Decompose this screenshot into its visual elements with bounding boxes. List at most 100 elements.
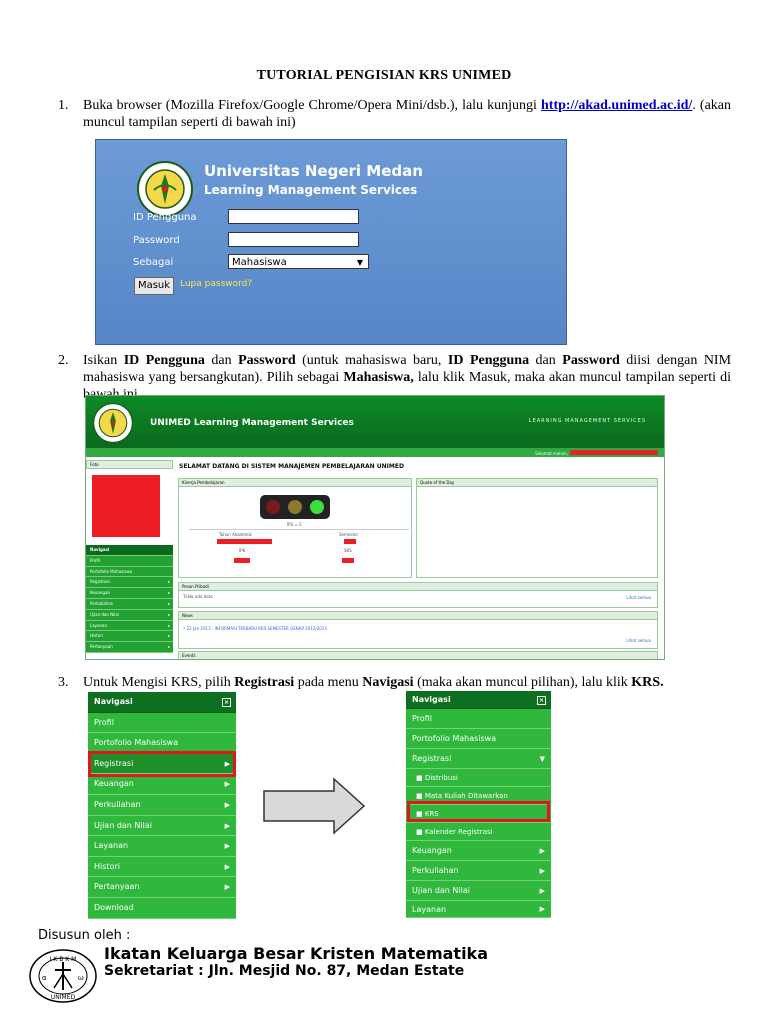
- nav-item-download[interactable]: Download: [88, 898, 236, 919]
- lihat-semua-link[interactable]: Lihat semua: [626, 638, 651, 643]
- close-icon[interactable]: ×: [537, 696, 546, 705]
- nav-item-registrasi[interactable]: Registrasi ▸: [86, 577, 173, 589]
- chevron-right-icon: ▶: [224, 842, 230, 851]
- nav-item-ujian[interactable]: Ujian dan Nilai ▶: [88, 816, 236, 837]
- password-input[interactable]: [228, 232, 359, 247]
- nav-subitem-kalender[interactable]: ■ Kalender Registrasi: [406, 823, 551, 841]
- nav-item-perkuliahan[interactable]: Perkuliahan ▸: [86, 598, 173, 610]
- redacted-value: [342, 558, 354, 563]
- pesan-text: Tidak ada data: [183, 594, 213, 599]
- nav-item-keuangan[interactable]: Keuangan ▶: [88, 774, 236, 795]
- profile-photo-redacted: [92, 475, 160, 537]
- events-panel: Events: [178, 651, 658, 659]
- dash-nav: Navigasi Profil Portofolio Mahasiswa Reg…: [86, 545, 173, 653]
- chevron-right-icon: ▸: [167, 590, 170, 596]
- nav-item-layanan[interactable]: Layanan ▶: [406, 901, 551, 918]
- login-screenshot: Universitas Negeri Medan Learning Manage…: [95, 139, 567, 345]
- step-text: (untuk mahasiswa baru,: [295, 353, 448, 368]
- svg-text:UNIMED: UNIMED: [51, 994, 76, 1001]
- svg-text:I K B K M: I K B K M: [50, 956, 77, 963]
- nav-item-histori[interactable]: Histori ▶: [88, 857, 236, 878]
- ips-text: IPS = 2: [287, 522, 302, 527]
- nav-item-histori[interactable]: Histori ▸: [86, 631, 173, 643]
- nav-item-keuangan[interactable]: Keuangan ▶: [406, 841, 551, 861]
- nav-header: Navigasi ×: [406, 691, 551, 709]
- document-title: TUTORIAL PENGISIAN KRS UNIMED: [256, 68, 512, 83]
- organization-address: Sekretariat : Jln. Mesjid No. 87, Medan …: [104, 963, 465, 979]
- nav-item-perkuliahan[interactable]: Perkuliahan ▶: [406, 861, 551, 881]
- close-icon[interactable]: ×: [222, 698, 231, 707]
- news-panel: News • 22 Jan 2013 : INFORMASI TERBARU K…: [178, 611, 658, 649]
- nav-item-layanan[interactable]: Layanan ▶: [88, 836, 236, 857]
- nav-item-portofolio[interactable]: Portofolio Mahasiswa: [406, 729, 551, 749]
- step-1: 1. Buka browser (Mozilla Firefox/Google …: [58, 97, 731, 131]
- chevron-right-icon: ▶: [224, 800, 230, 809]
- nav-item-perkuliahan[interactable]: Perkuliahan ▶: [88, 795, 236, 816]
- dash-left-column: Foto Navigasi Profil Portofolio Mahasisw…: [86, 460, 173, 659]
- step-bold: Mahasiswa,: [343, 370, 414, 385]
- redacted-value: [217, 539, 272, 544]
- nav-item-pertanyaan[interactable]: Pertanyaan ▸: [86, 642, 173, 653]
- chevron-right-icon: ▶: [539, 867, 545, 875]
- chevron-down-icon: ▼: [539, 755, 545, 763]
- step-bold: KRS.: [631, 675, 664, 690]
- nav-header: Navigasi: [86, 545, 173, 556]
- svg-text:α: α: [42, 974, 47, 982]
- step-bold: ID Pengguna: [123, 353, 205, 368]
- login-title: Universitas Negeri Medan: [204, 162, 423, 180]
- organization-name: Ikatan Keluarga Besar Kristen Matematika: [104, 944, 488, 963]
- semester-label: Semester: [339, 532, 359, 537]
- step-text: (maka akan muncul pilihan), lalu klik: [413, 675, 632, 690]
- bullet-icon: ■: [416, 792, 425, 800]
- registrasi-highlight: [88, 751, 236, 777]
- welcome-text: Selamat malam,: [535, 451, 568, 456]
- kinerja-header: Kinerja Pembelajaran: [179, 479, 411, 487]
- nav-item-ujian[interactable]: Ujian dan Nilai ▸: [86, 609, 173, 621]
- akad-link[interactable]: http://akad.unimed.ac.id/: [541, 98, 692, 113]
- chevron-right-icon: ▶: [224, 821, 230, 830]
- nav-item-portofolio[interactable]: Portofolio Mahasiswa: [86, 566, 173, 578]
- sebagai-select[interactable]: Mahasiswa ▼: [228, 254, 369, 269]
- step-text: Untuk Mengisi KRS, pilih: [83, 675, 235, 690]
- nav-item-profil[interactable]: Profil: [406, 709, 551, 729]
- ipk-label: IPK: [239, 548, 246, 553]
- step-number: 3.: [58, 675, 69, 690]
- nav-item-profil[interactable]: Profil: [88, 713, 236, 734]
- kinerja-panel: Kinerja Pembelajaran IPS = 2 Tahun Akade…: [178, 478, 412, 578]
- nav-header: Navigasi ×: [88, 692, 236, 713]
- dash-title: UNIMED Learning Management Services: [150, 418, 354, 428]
- nav-item-layanan[interactable]: Layanan ▸: [86, 620, 173, 632]
- step-bold: Registrasi: [234, 675, 295, 690]
- dropdown-arrow-icon: ▼: [356, 258, 363, 267]
- step-text: dan: [529, 353, 563, 368]
- masuk-button[interactable]: Masuk: [134, 277, 174, 295]
- dashboard-screenshot: UNIMED Learning Management Services LEAR…: [85, 395, 665, 660]
- nav-item-keuangan[interactable]: Keuangan ▸: [86, 588, 173, 599]
- pesan-header: Pesan Pribadi: [179, 583, 657, 591]
- disusun-label: Disusun oleh :: [38, 928, 131, 943]
- nav-menu-before: Navigasi × Profil Portofolio Mahasiswa Re…: [88, 692, 236, 919]
- lupa-password-link[interactable]: Lupa password?: [180, 279, 252, 289]
- id-input[interactable]: [228, 209, 359, 224]
- redacted-value: [234, 558, 250, 563]
- chevron-right-icon: ▸: [167, 633, 170, 639]
- nav-item-ujian[interactable]: Ujian dan Nilai ▶: [406, 881, 551, 901]
- pesan-panel: Pesan Pribadi Tidak ada data Lihat semua: [178, 582, 658, 608]
- nav-subitem-distribusi[interactable]: ■ Distribusi: [406, 769, 551, 787]
- news-item-link[interactable]: • 22 Jan 2013 : INFORMASI TERBARU KRS SE…: [183, 626, 327, 631]
- id-label: ID Pengguna: [133, 212, 197, 223]
- foto-header: Foto: [86, 460, 173, 469]
- step-text: pada menu: [294, 675, 363, 690]
- nav-item-pertanyaan[interactable]: Pertanyaan ▶: [88, 877, 236, 898]
- krs-highlight: [407, 801, 550, 822]
- stats-table: Tahun Akademik Semester IPK SKS: [189, 529, 409, 570]
- sebagai-value: Mahasiswa: [232, 257, 287, 268]
- password-label: Password: [133, 235, 180, 246]
- chevron-right-icon: ▸: [167, 644, 170, 650]
- traffic-light-icon: [260, 495, 330, 519]
- lihat-semua-link[interactable]: Lihat semua: [626, 595, 651, 600]
- nav-item-registrasi[interactable]: Registrasi ▼: [406, 749, 551, 769]
- dash-header: UNIMED Learning Management Services LEAR…: [86, 396, 664, 448]
- nav-item-profil[interactable]: Profil: [86, 555, 173, 567]
- step-bold: Password: [238, 353, 296, 368]
